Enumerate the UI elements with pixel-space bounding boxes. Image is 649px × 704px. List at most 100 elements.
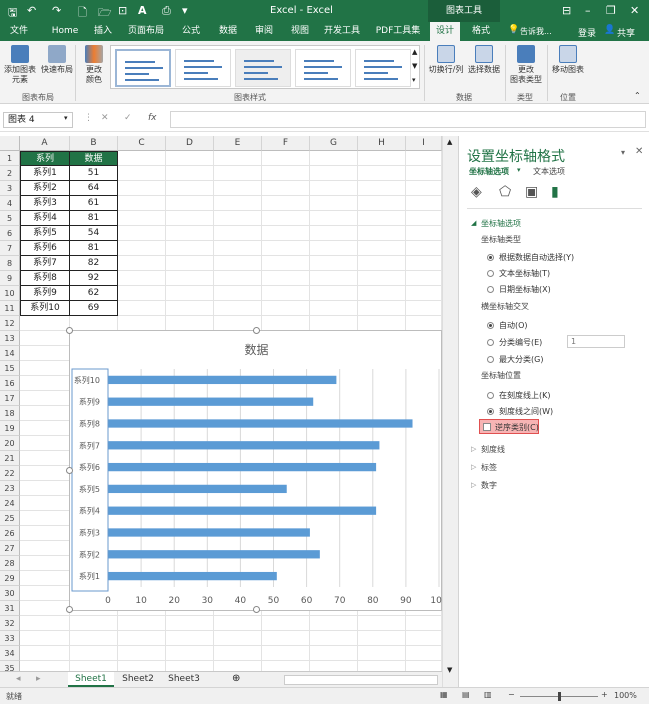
expand-icon[interactable]: ▷ [471,463,476,471]
column-header[interactable]: H [358,136,406,151]
table-cell[interactable]: 54 [70,226,118,241]
restore-icon[interactable]: ❐ [606,4,616,17]
row-header[interactable]: 23 [0,481,20,496]
pane-options-icon[interactable]: ▾ [621,148,625,157]
row-header[interactable]: 9 [0,271,20,286]
row-header[interactable]: 12 [0,316,20,331]
table-cell[interactable]: 系列8 [20,271,70,286]
tab-design[interactable]: 设计 [430,22,460,41]
row-header[interactable]: 5 [0,211,20,226]
undo-icon[interactable]: ↶ [27,4,36,17]
zoom-in-icon[interactable]: + [601,690,608,699]
row-header[interactable]: 28 [0,556,20,571]
radio-between-tick[interactable] [487,408,494,415]
position-option-between[interactable]: 刻度线之间(W) [499,406,553,417]
table-cell[interactable]: 系列6 [20,241,70,256]
table-header-cell[interactable]: 数据 [70,151,118,166]
font-color-icon[interactable]: A [138,4,147,17]
column-header[interactable]: C [118,136,166,151]
table-cell[interactable]: 系列2 [20,181,70,196]
select-all-corner[interactable] [0,136,20,151]
row-header[interactable]: 20 [0,436,20,451]
chart-style-thumb[interactable] [175,49,231,87]
tab-review[interactable]: 审阅 [249,22,279,41]
table-cell[interactable]: 系列5 [20,226,70,241]
tab-developer[interactable]: 开发工具 [320,22,364,41]
column-header[interactable]: F [262,136,310,151]
radio-auto-select[interactable] [487,254,494,261]
table-cell[interactable]: 系列3 [20,196,70,211]
customize-qat-icon[interactable]: ▾ [182,4,188,17]
bar-chart[interactable]: 数据 0102030405060708090100系列1系列2系列3系列4系列5… [66,327,443,613]
chart-style-thumb[interactable] [235,49,291,87]
collapse-ribbon-icon[interactable]: ⌃ [634,91,641,100]
table-cell[interactable]: 系列9 [20,286,70,301]
zoom-slider-thumb[interactable] [558,692,561,701]
table-cell[interactable]: 69 [70,301,118,316]
table-cell[interactable]: 系列7 [20,256,70,271]
tab-insert[interactable]: 插入 [88,22,118,41]
column-header[interactable]: E [214,136,262,151]
quick-layout-button[interactable]: 快速布局 [40,45,74,75]
table-cell[interactable]: 82 [70,256,118,271]
gallery-more-icon[interactable]: ▾ [412,76,416,84]
name-box-dropdown-icon[interactable]: ▾ [64,114,68,122]
row-header[interactable]: 16 [0,376,20,391]
add-sheet-icon[interactable]: ⊕ [232,673,240,684]
table-cell[interactable]: 系列10 [20,301,70,316]
row-header[interactable]: 26 [0,526,20,541]
sheet-tab-sheet3[interactable]: Sheet3 [162,672,206,687]
close-icon[interactable]: ✕ [630,4,639,17]
row-header[interactable]: 13 [0,331,20,346]
row-header[interactable]: 10 [0,286,20,301]
radio-on-tick[interactable] [487,392,494,399]
row-header[interactable]: 21 [0,451,20,466]
reverse-categories-label[interactable]: 逆序类别(C) [495,422,539,433]
change-colors-button[interactable]: 更改 颜色 [80,45,108,85]
row-header[interactable]: 30 [0,586,20,601]
table-cell[interactable]: 系列1 [20,166,70,181]
gallery-scroll-down-icon[interactable]: ▼ [412,62,417,70]
horizontal-scrollbar[interactable] [284,675,438,685]
resize-handle[interactable] [66,606,73,613]
radio-cross-number[interactable] [487,339,494,346]
tab-file[interactable]: 文件 [2,22,36,41]
table-cell[interactable]: 62 [70,286,118,301]
position-option-on-tick[interactable]: 在刻度线上(K) [499,390,551,401]
axis-type-option-date[interactable]: 日期坐标轴(X) [499,284,551,295]
tab-pdf-tools[interactable]: PDF工具集 [373,22,423,41]
minimize-icon[interactable]: – [585,4,591,17]
cross-option-number[interactable]: 分类编号(E) [499,337,542,348]
gallery-scroll-up-icon[interactable]: ▲ [412,48,417,56]
cross-number-input[interactable]: 1 [567,335,625,348]
section-number[interactable]: 数字 [481,480,497,491]
row-header[interactable]: 15 [0,361,20,376]
prev-sheet-icon[interactable]: ◂ [16,674,21,684]
normal-view-icon[interactable]: ▦ [440,690,448,699]
save-icon[interactable]: 🖫 [8,4,17,23]
section-tick-marks[interactable]: 刻度线 [481,444,505,455]
column-header[interactable]: A [20,136,70,151]
radio-cross-auto[interactable] [487,322,494,329]
cancel-icon[interactable]: ✕ [101,113,109,123]
tell-me-input[interactable]: 告诉我... [520,26,552,37]
resize-handle[interactable] [66,467,73,474]
resize-handle[interactable] [253,606,260,613]
table-header-cell[interactable]: 系列 [20,151,70,166]
axis-options-icon[interactable]: ▮ [551,184,559,200]
row-header[interactable]: 22 [0,466,20,481]
row-header[interactable]: 31 [0,601,20,616]
scroll-up-icon[interactable]: ▲ [447,138,452,146]
row-header[interactable]: 27 [0,541,20,556]
tab-axis-options[interactable]: 坐标轴选项 [469,166,509,177]
ribbon-options-icon[interactable]: ⊟ [562,4,571,17]
change-chart-type-button[interactable]: 更改 图表类型 [508,45,544,85]
row-header[interactable]: 3 [0,181,20,196]
new-file-icon[interactable]: 🗋 [78,4,87,23]
camera-icon[interactable]: ⊡ [118,4,127,17]
chart-style-thumb[interactable] [355,49,411,87]
add-chart-element-button[interactable]: 添加图表 元素 [3,45,37,85]
sheet-tab-sheet1[interactable]: Sheet1 [68,672,114,687]
table-cell[interactable]: 61 [70,196,118,211]
page-break-view-icon[interactable]: ▥ [484,690,492,699]
